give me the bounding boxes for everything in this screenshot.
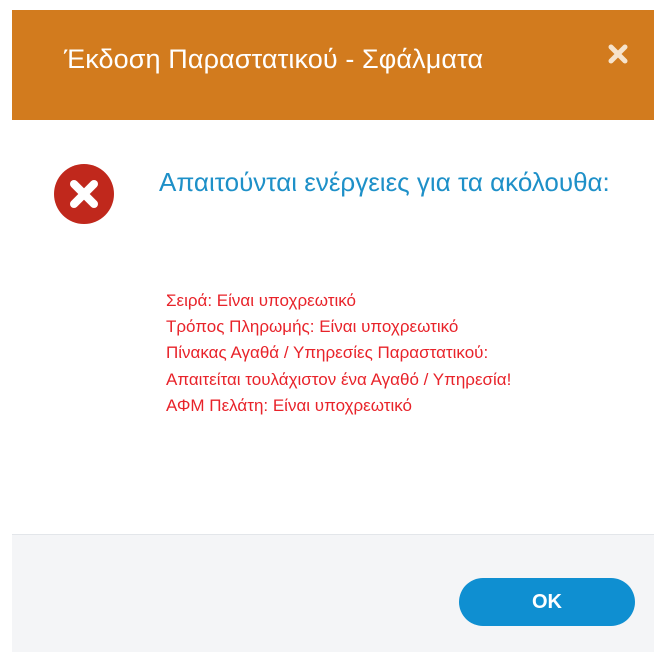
error-dialog: Έκδοση Παραστατικού - Σφάλματα Απαιτούντ… [0, 0, 669, 652]
error-message: Τρόπος Πληρωμής: Είναι υποχρεωτικό [166, 317, 459, 337]
error-heading: Απαιτούνται ενέργειες για τα ακόλουθα: [159, 167, 610, 197]
dialog-content: Απαιτούνται ενέργειες για τα ακόλουθα: Σ… [12, 120, 654, 534]
error-icon [54, 164, 114, 224]
ok-button[interactable]: OK [459, 578, 635, 626]
error-message: Σειρά: Είναι υποχρεωτικό [166, 291, 356, 310]
close-icon[interactable] [604, 40, 632, 68]
error-message: ΑΦΜ Πελάτη: Είναι υποχρεωτικό [166, 395, 413, 415]
dialog-titlebar: Έκδοση Παραστατικού - Σφάλματα [12, 10, 654, 120]
dialog-title: Έκδοση Παραστατικού - Σφάλματα [64, 44, 484, 74]
error-message: Απαιτείται τουλάχιστον ένα Αγαθό / Υπηρε… [166, 369, 512, 389]
dialog-footer: OK [12, 535, 654, 652]
error-message: Πίνακας Αγαθά / Υπηρεσίες Παραστατικού: [166, 343, 489, 363]
error-list: Σειρά: Είναι υποχρεωτικό Τρόπος Πληρωμής… [166, 288, 511, 419]
